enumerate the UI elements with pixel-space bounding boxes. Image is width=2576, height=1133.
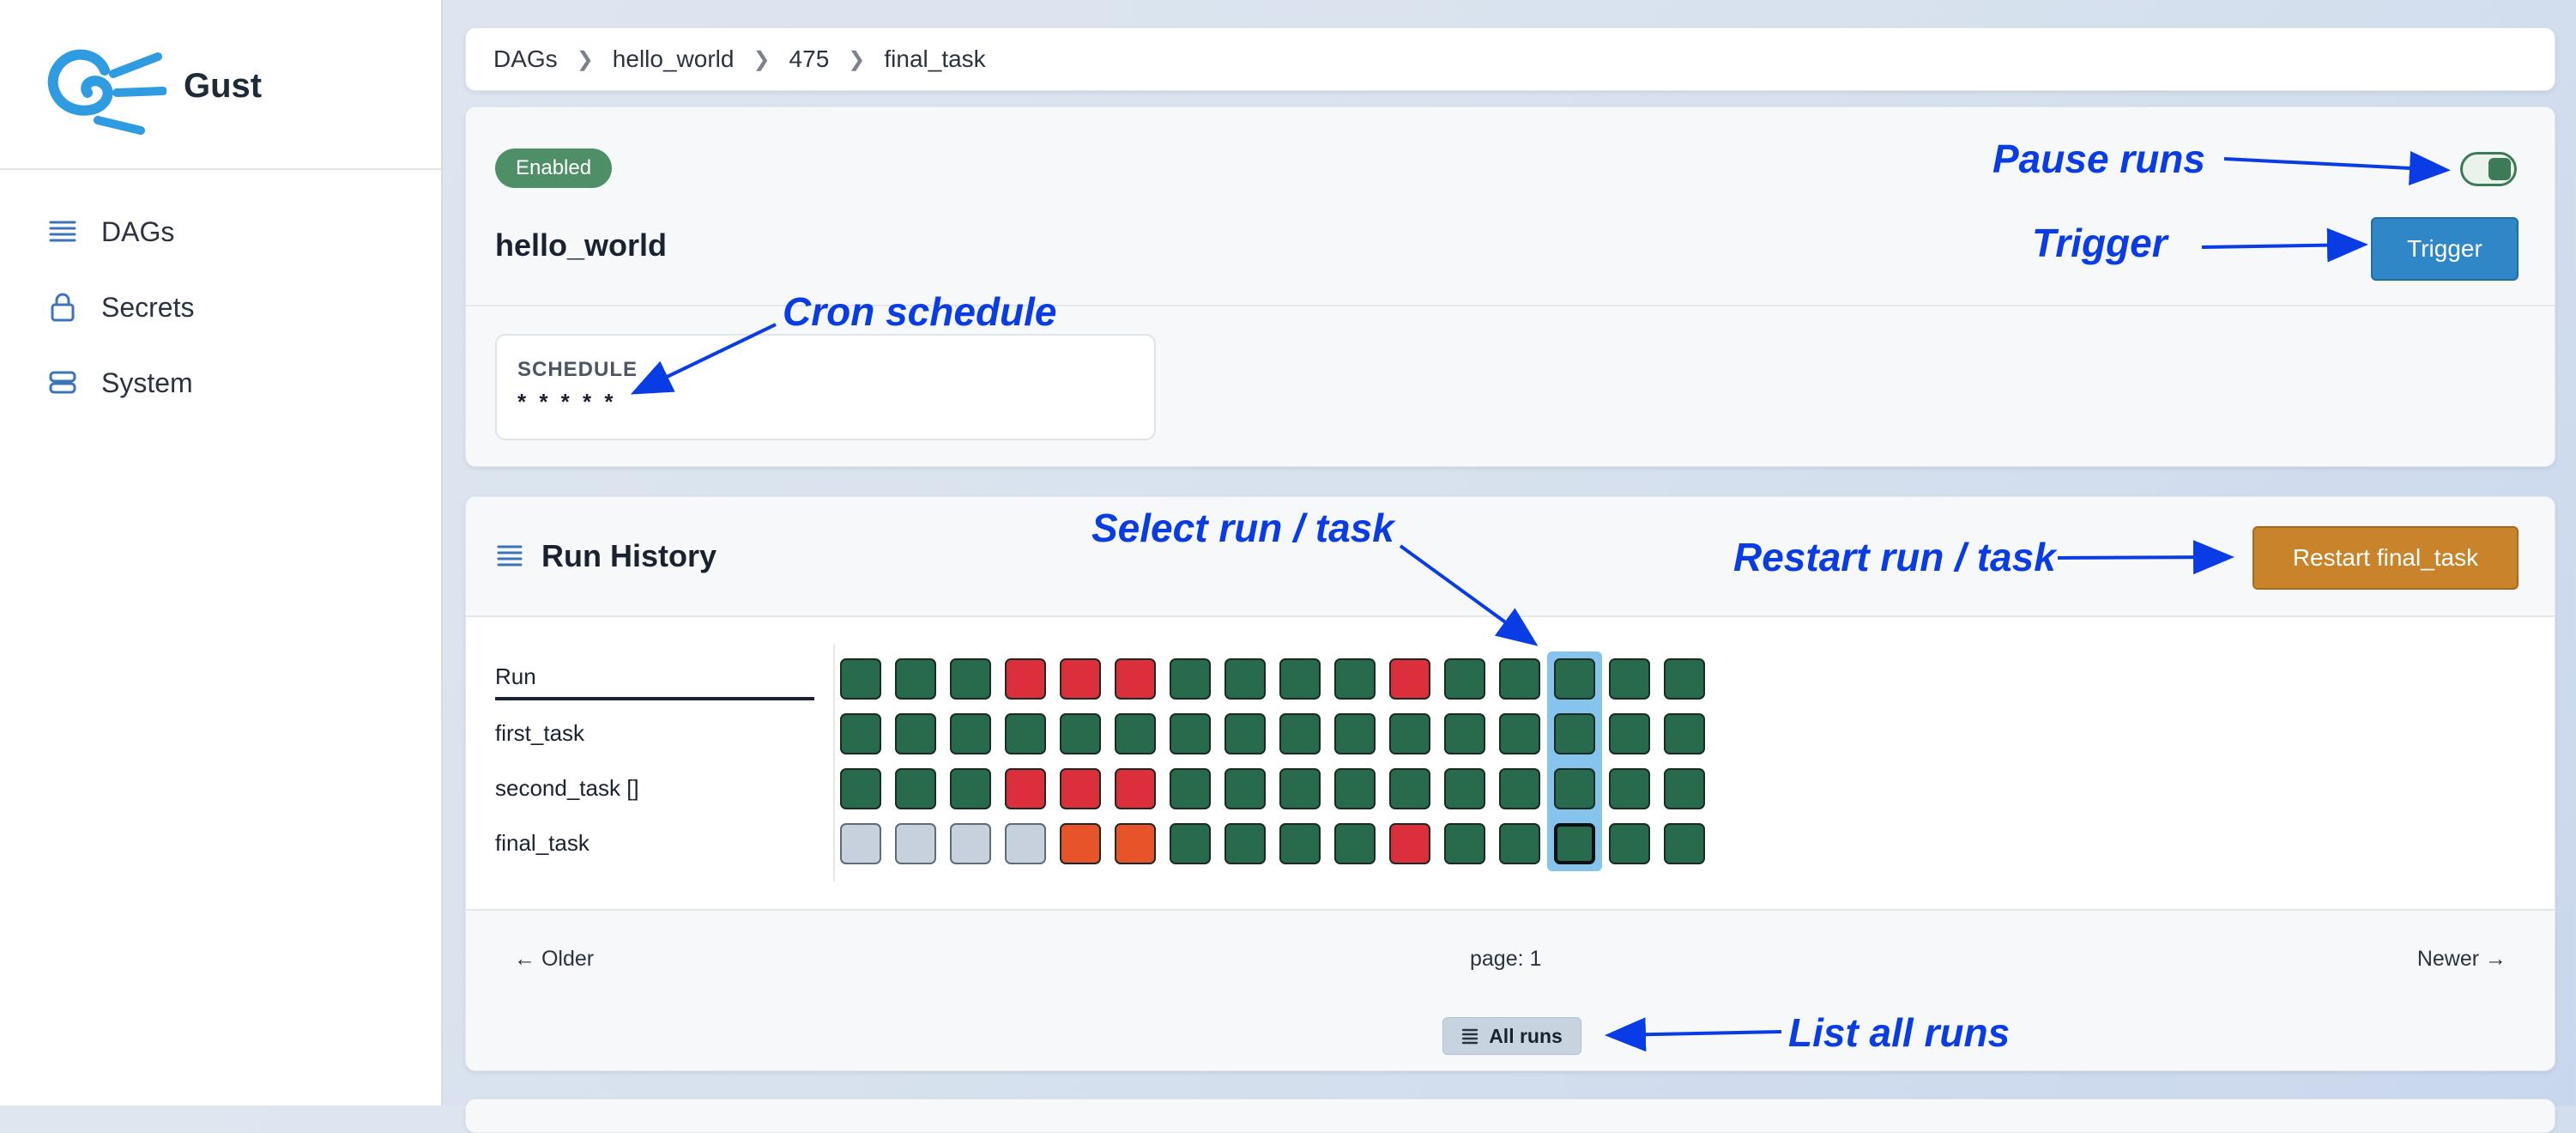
arrow-cron: [630, 323, 777, 395]
arrow-trigger: [2201, 227, 2368, 263]
arrow-pause: [2223, 150, 2451, 185]
annotation-arrows: [630, 150, 2451, 1052]
arrow-restart: [2057, 540, 2234, 575]
arrow-select: [1399, 544, 1539, 646]
arrow-all-runs: [1605, 1017, 1782, 1052]
